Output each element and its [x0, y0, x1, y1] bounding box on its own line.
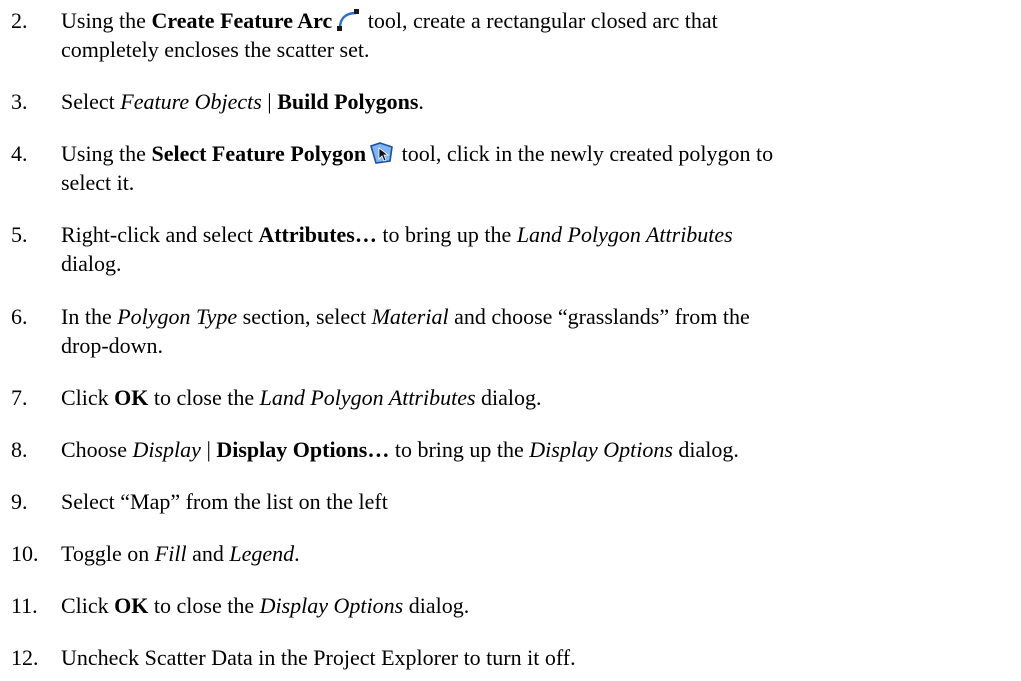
button-name: OK [114, 385, 149, 410]
step-number: 5. [11, 222, 28, 247]
step-line-2: completely encloses the scatter set. [61, 37, 370, 62]
step-number: 3. [11, 89, 28, 114]
step-text: Select “Map” from the list on the left [61, 489, 388, 514]
dialog-name: Display Options [259, 593, 404, 618]
step-line-2: dialog. [61, 251, 122, 276]
button-name: OK [114, 593, 149, 618]
option-name: Legend [229, 541, 295, 566]
step-number: 10. [11, 541, 39, 566]
dialog-name: Display Options [529, 437, 673, 462]
dialog-name: Land Polygon Attributes [516, 222, 733, 247]
step-number: 11. [11, 593, 38, 618]
section-name: Polygon Type [117, 304, 238, 329]
step-line-1: In the Polygon Type section, select Mate… [61, 304, 750, 329]
option-name: Material [371, 304, 449, 329]
select-feature-polygon-icon [369, 142, 394, 164]
step-number: 4. [11, 141, 28, 166]
step-number: 8. [11, 437, 28, 462]
menu-name: Feature Objects [120, 89, 262, 114]
step-number: 6. [11, 304, 28, 329]
option-name: Fill [154, 541, 187, 566]
tool-name: Select Feature Polygon [151, 141, 367, 166]
command-name: Display Options… [216, 437, 390, 462]
command-name: Attributes… [258, 222, 377, 247]
tool-name: Create Feature Arc [151, 8, 333, 33]
command-name: Build Polygons [277, 89, 419, 114]
create-feature-arc-icon [335, 9, 360, 31]
step-number: 9. [11, 489, 28, 514]
dialog-name: Land Polygon Attributes [259, 385, 476, 410]
step-line-2: select it. [61, 170, 135, 195]
step-number: 12. [11, 645, 39, 670]
step-line-1: Right-click and select Attributes… to br… [61, 222, 733, 247]
step-text: Uncheck Scatter Data in the Project Expl… [61, 645, 576, 670]
menu-name: Display [132, 437, 201, 462]
step-number: 7. [11, 385, 28, 410]
step-number: 2. [11, 8, 28, 33]
step-line-2: drop-down. [61, 333, 164, 358]
step-line-1: Using the Create Feature Arc tool, creat… [61, 8, 718, 33]
step-line-1: Using the Select Feature Polygon tool, c… [61, 141, 774, 166]
